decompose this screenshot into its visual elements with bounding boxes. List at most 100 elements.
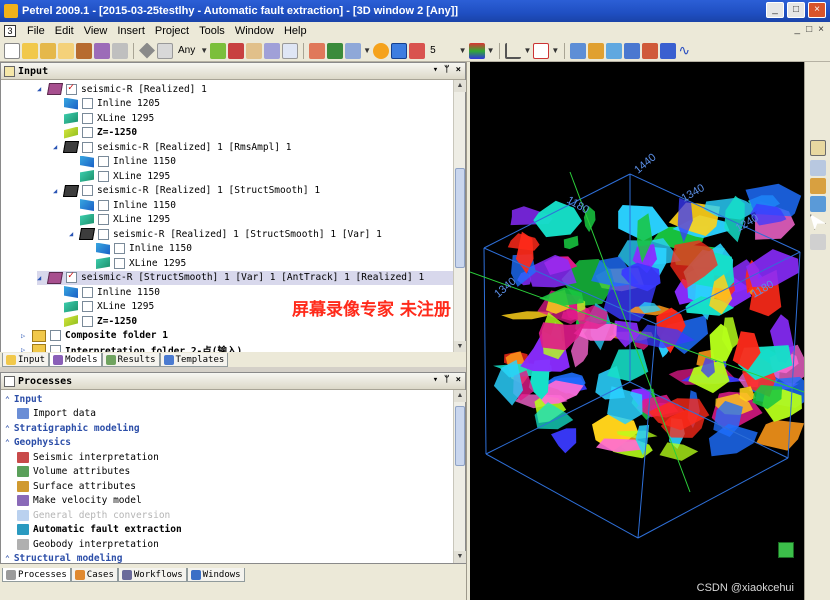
visibility-checkbox[interactable]: [82, 141, 93, 153]
document-icon[interactable]: 3: [4, 25, 16, 37]
print-icon[interactable]: [112, 42, 128, 59]
collapse-chevron-icon[interactable]: ⌃: [5, 395, 10, 404]
tree-item[interactable]: ◢ seismic-R [Realized] 1 [StructSmooth] 1: [53, 184, 320, 198]
cube-tool-icon[interactable]: [228, 42, 245, 59]
process-item[interactable]: Import data: [17, 407, 96, 421]
pick-hand-icon[interactable]: [810, 140, 826, 156]
pin-icon[interactable]: ᛘ: [444, 375, 449, 385]
layers-icon[interactable]: [810, 196, 826, 212]
tab-workflows[interactable]: Workflows: [117, 568, 187, 582]
menu-edit[interactable]: Edit: [50, 25, 79, 37]
open-folder-icon[interactable]: [22, 42, 38, 59]
tree-item[interactable]: ◢ seismic-R [StructSmooth] 1 [Var] 1 [Ant…: [37, 270, 453, 285]
tab-input[interactable]: Input: [2, 353, 50, 367]
filter-mode-dropdown-icon[interactable]: ▼: [200, 46, 208, 55]
link-view-icon[interactable]: [391, 42, 408, 59]
pane-close-button[interactable]: ×: [456, 65, 461, 75]
tree-item[interactable]: ◢ seismic-R [Realized] 1 [StructSmooth] 1…: [69, 227, 382, 241]
visibility-checkbox[interactable]: [114, 257, 125, 269]
mdi-restore-button[interactable]: □: [806, 24, 812, 35]
visibility-checkbox[interactable]: [98, 228, 109, 240]
menu-project[interactable]: Project: [150, 25, 194, 37]
tree-item[interactable]: ◢ seismic-R [Realized] 1 [RmsAmpl] 1: [53, 140, 291, 154]
visibility-checkbox[interactable]: [66, 82, 77, 95]
collapse-chevron-icon[interactable]: ⌃: [5, 424, 10, 433]
view-3d-icon[interactable]: [345, 42, 362, 59]
visibility-checkbox[interactable]: [82, 185, 93, 196]
axis-dropdown-icon[interactable]: ▼: [523, 46, 531, 55]
scroll-thumb[interactable]: [455, 406, 465, 466]
count-select[interactable]: 5: [427, 45, 439, 56]
tree-item[interactable]: Inline 1205: [53, 97, 160, 111]
process-group[interactable]: ⌃ Geophysics: [5, 436, 71, 450]
scroll-down-icon[interactable]: ▼: [454, 551, 466, 563]
process-group[interactable]: ⌃ Stratigraphic modeling: [5, 421, 140, 435]
menu-window[interactable]: Window: [230, 25, 279, 37]
menu-insert[interactable]: Insert: [112, 25, 150, 37]
visibility-checkbox[interactable]: [82, 127, 93, 138]
maximize-button[interactable]: □: [787, 2, 805, 18]
menu-help[interactable]: Help: [279, 25, 312, 37]
horizon-icon[interactable]: [588, 42, 605, 59]
visibility-checkbox[interactable]: [82, 301, 93, 312]
visibility-checkbox[interactable]: [98, 214, 109, 225]
process-item[interactable]: Make velocity model: [17, 494, 142, 508]
minimize-button[interactable]: _: [766, 2, 784, 18]
palette-dropdown-icon[interactable]: ▼: [487, 46, 495, 55]
pointer-tool-icon[interactable]: [533, 42, 550, 59]
pencil-icon[interactable]: [810, 178, 826, 194]
navigate-icon[interactable]: [139, 42, 155, 59]
expand-arrow-icon[interactable]: ▷: [21, 332, 29, 340]
pin-icon[interactable]: ᛘ: [444, 65, 449, 75]
tree-item[interactable]: Inline 1150: [69, 198, 176, 212]
save-as-icon[interactable]: [94, 42, 110, 59]
process-item[interactable]: Seismic interpretation: [17, 450, 159, 464]
visibility-checkbox[interactable]: [82, 112, 93, 124]
tree-item[interactable]: XLine 1295: [53, 300, 154, 314]
collapse-chevron-icon[interactable]: ⌃: [5, 554, 10, 563]
visibility-checkbox[interactable]: [82, 315, 93, 327]
visibility-checkbox[interactable]: [82, 286, 93, 298]
open-icon[interactable]: [40, 42, 56, 59]
rotate-tool-icon[interactable]: [264, 42, 281, 59]
process-item[interactable]: Geobody interpretation: [17, 537, 159, 551]
new-project-icon[interactable]: [4, 42, 20, 59]
menu-file[interactable]: File: [22, 25, 50, 37]
scroll-up-icon[interactable]: ▲: [454, 80, 466, 92]
pointer-dropdown-icon[interactable]: ▼: [551, 46, 559, 55]
cursor-icon[interactable]: [810, 214, 826, 230]
stack-icon[interactable]: [409, 42, 426, 59]
axis-icon[interactable]: [505, 42, 522, 59]
track-icon[interactable]: [660, 42, 677, 59]
tab-models[interactable]: Models: [49, 353, 102, 367]
count-dropdown-icon[interactable]: ▼: [459, 46, 467, 55]
expand-arrow-icon[interactable]: ◢: [37, 274, 45, 282]
visibility-checkbox[interactable]: [114, 243, 125, 254]
process-item[interactable]: Surface attributes: [17, 479, 136, 493]
save-icon[interactable]: [76, 42, 92, 59]
visibility-checkbox[interactable]: [98, 199, 109, 211]
expand-arrow-icon[interactable]: ◢: [53, 143, 61, 151]
filter-mode-select[interactable]: Any: [175, 45, 198, 56]
palette-icon[interactable]: [468, 42, 485, 59]
zoom-tool-icon[interactable]: [282, 42, 299, 59]
input-scrollbar[interactable]: ▲ ▼: [453, 80, 466, 353]
visibility-checkbox[interactable]: [66, 270, 77, 283]
pane-menu-button[interactable]: ▾: [433, 65, 438, 75]
tree-item[interactable]: XLine 1295: [53, 111, 154, 125]
measure-icon[interactable]: [810, 234, 826, 250]
tab-processes[interactable]: Processes: [2, 568, 71, 582]
visibility-checkbox[interactable]: [98, 170, 109, 182]
tree-item[interactable]: ▷ Composite folder 1: [21, 329, 168, 343]
view-dropdown-icon[interactable]: ▼: [363, 46, 371, 55]
tree-item[interactable]: XLine 1295: [85, 256, 186, 270]
orientation-cube-icon[interactable]: [778, 542, 794, 558]
tree-item[interactable]: Inline 1150: [69, 155, 176, 169]
seismic-icon[interactable]: [570, 42, 587, 59]
fault-icon[interactable]: [606, 42, 623, 59]
tree-item[interactable]: ◢ seismic-R [Realized] 1: [37, 82, 207, 96]
tree-item[interactable]: Inline 1150: [85, 242, 192, 256]
tab-results[interactable]: Results: [101, 353, 160, 367]
process-group[interactable]: ⌃ Input: [5, 392, 42, 406]
expand-arrow-icon[interactable]: ◢: [53, 187, 61, 195]
